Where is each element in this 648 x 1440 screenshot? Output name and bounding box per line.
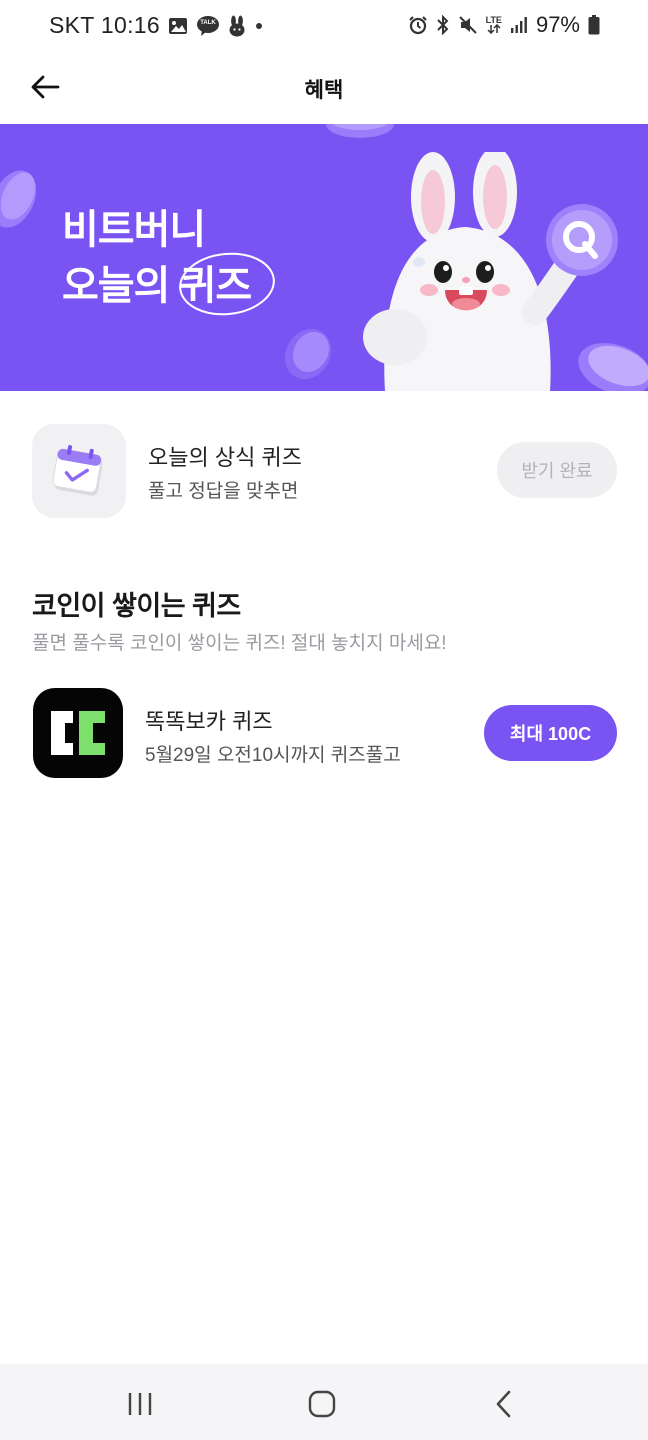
max-reward-button[interactable]: 최대 100C (484, 705, 617, 761)
rabbit-icon (228, 15, 246, 37)
calendar-check-icon (32, 424, 126, 518)
quiz-name: 똑똑보카 퀴즈 (145, 709, 273, 734)
ttokttok-boca-logo-icon (33, 688, 123, 778)
page-title: 혜택 (304, 79, 344, 102)
talk-badge-text: TALK (200, 19, 216, 26)
recent-apps-icon (126, 1391, 154, 1417)
coin-decoration-icon (0, 170, 37, 228)
kakaotalk-icon: TALK (196, 15, 220, 37)
home-icon (308, 1390, 336, 1418)
bunny-mascot-icon (363, 152, 618, 391)
quiz-list-item[interactable]: 똑똑보카 퀴즈 5월29일 오전10시까지 퀴즈풀고 최대 100C (0, 688, 648, 780)
coin-decoration-icon (326, 124, 394, 138)
coin-section-title: 코인이 쌓이는 퀴즈 (32, 591, 241, 621)
signal-icon (510, 16, 528, 34)
daily-quiz-subtitle: 풀고 정답을 맞추면 (148, 481, 299, 502)
daily-quiz-title: 오늘의 상식 퀴즈 (148, 445, 302, 470)
recent-apps-button[interactable] (116, 1384, 164, 1424)
battery-percent: 97% (535, 12, 580, 37)
claimed-button[interactable]: 받기 완료 (497, 442, 617, 498)
battery-icon (588, 15, 600, 35)
status-bar: SKT 10:16 TALK LTE 97% (0, 0, 648, 56)
carrier-time: SKT 10:16 (49, 12, 160, 38)
system-nav-bar (0, 1364, 648, 1440)
status-left: SKT 10:16 TALK (49, 12, 264, 39)
chevron-left-icon (494, 1389, 514, 1419)
quiz-deadline: 5월29일 오전10시까지 퀴즈풀고 (145, 745, 401, 766)
mute-icon (458, 15, 478, 35)
bluetooth-icon (436, 15, 450, 35)
quiz-banner[interactable]: 비트버니 오늘의 퀴즈 (0, 124, 648, 391)
alarm-icon (408, 15, 428, 35)
dot-icon (254, 21, 264, 31)
lte-text: LTE (485, 15, 502, 25)
gallery-icon (168, 17, 188, 35)
app-header: 혜택 (0, 56, 648, 124)
lte-icon: LTE (486, 16, 502, 34)
coin-section-subtitle: 풀면 풀수록 코인이 쌓이는 퀴즈! 절대 놓치지 마세요! (32, 633, 447, 654)
daily-quiz-row[interactable]: 오늘의 상식 퀴즈 풀고 정답을 맞추면 받기 완료 (0, 424, 648, 520)
home-button[interactable] (298, 1384, 346, 1424)
status-right: LTE 97% (408, 12, 600, 38)
coin-decoration-icon (284, 328, 332, 380)
back-nav-button[interactable] (480, 1384, 528, 1424)
quiz-circle-icon (179, 252, 275, 316)
